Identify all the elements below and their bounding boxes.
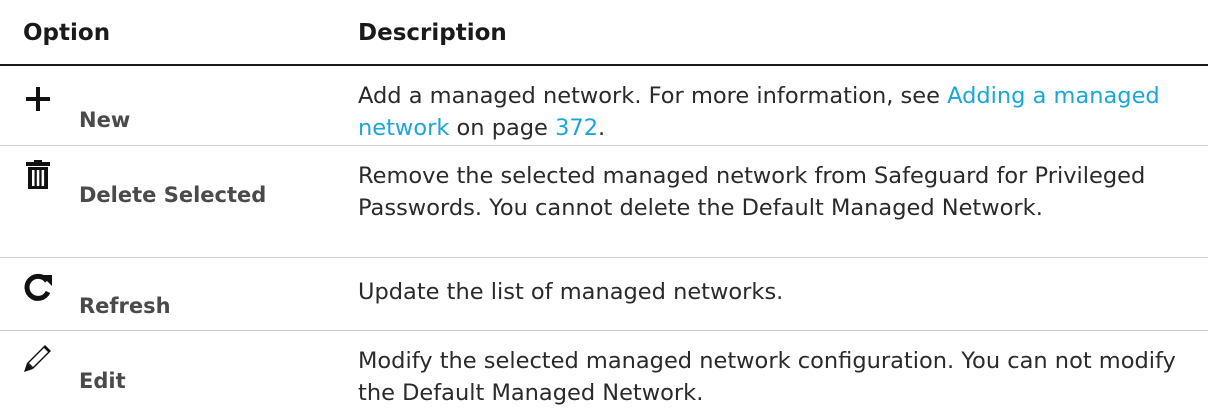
options-table: Option Description New Add a managed net…	[0, 0, 1208, 414]
description-cell-refresh: Update the list of managed networks.	[358, 279, 784, 305]
option-cell-delete-selected: Delete Selected	[23, 146, 343, 257]
link-page-number[interactable]: 372	[555, 115, 598, 141]
description-cell-edit: Modify the selected managed network conf…	[358, 348, 1176, 406]
table-row-delete-selected: Delete Selected Remove the selected mana…	[0, 146, 1208, 258]
refresh-icon	[23, 272, 53, 306]
option-label-new: New	[79, 108, 131, 132]
option-cell-edit: Edit	[23, 331, 343, 414]
description-text: .	[598, 115, 606, 141]
table-row-refresh: Refresh Update the list of managed netwo…	[0, 258, 1208, 331]
column-header-description: Description	[358, 20, 507, 46]
pencil-icon	[23, 343, 53, 377]
description-cell-delete-selected: Remove the selected managed network from…	[358, 163, 1146, 221]
table-row-new: New Add a managed network. For more info…	[0, 66, 1208, 146]
option-label-edit: Edit	[79, 369, 126, 393]
option-cell-refresh: Refresh	[23, 258, 343, 330]
option-cell-new: New	[23, 66, 343, 145]
trash-icon	[25, 160, 51, 194]
description-text: on page	[449, 115, 556, 141]
option-label-refresh: Refresh	[79, 294, 171, 318]
table-row-edit: Edit Modify the selected managed network…	[0, 331, 1208, 414]
column-header-option: Option	[23, 20, 111, 46]
description-text: Add a managed network. For more informat…	[358, 83, 948, 109]
table-header-row: Option Description	[0, 0, 1208, 66]
option-label-delete-selected: Delete Selected	[79, 183, 267, 207]
description-cell-new: Add a managed network. For more informat…	[358, 80, 1188, 144]
plus-icon	[23, 84, 53, 118]
